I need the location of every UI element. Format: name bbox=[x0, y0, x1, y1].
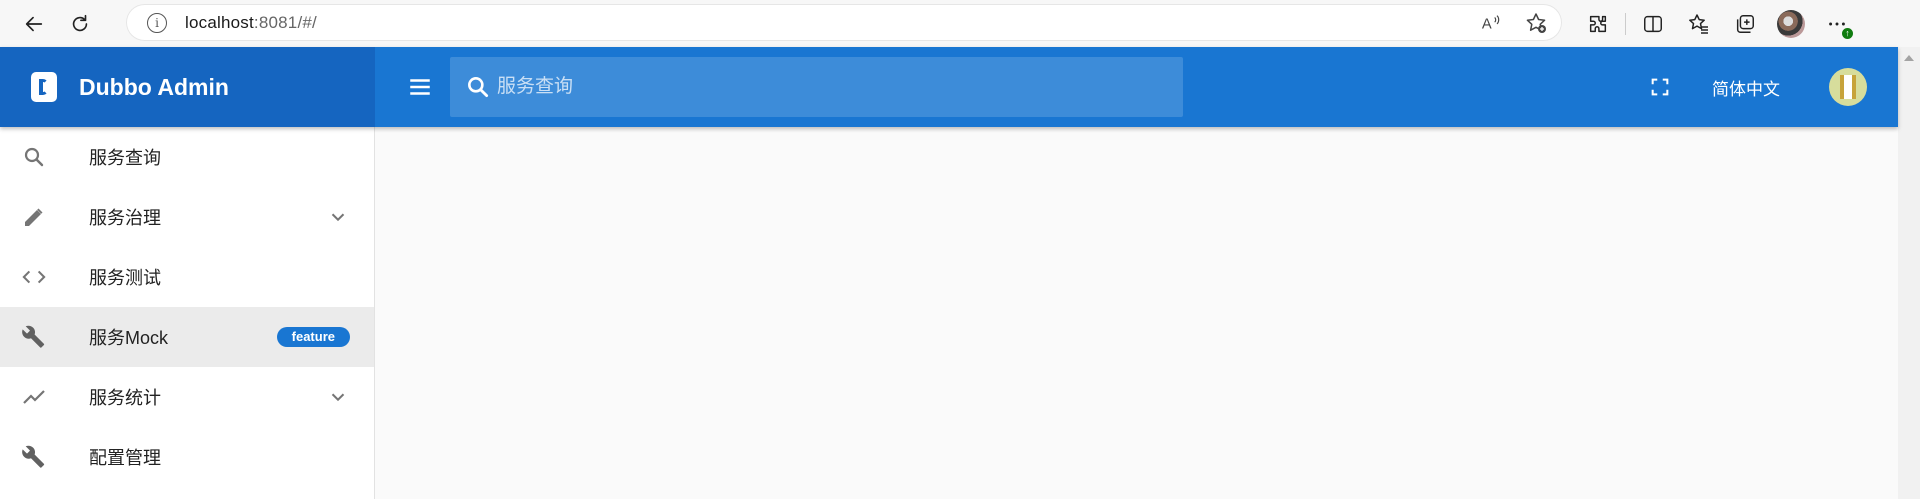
url-host: localhost bbox=[185, 12, 254, 32]
refresh-button[interactable] bbox=[58, 2, 102, 46]
svg-text:A: A bbox=[1482, 16, 1492, 32]
browser-toolbar: i localhost:8081/#/ A ↑ bbox=[0, 0, 1920, 47]
trending-up-icon bbox=[22, 385, 46, 409]
back-button[interactable] bbox=[12, 2, 56, 46]
wrench-icon bbox=[22, 445, 46, 469]
code-icon bbox=[22, 265, 46, 289]
site-info-icon[interactable]: i bbox=[147, 12, 167, 33]
brand[interactable]: Dubbo Admin bbox=[0, 47, 375, 127]
update-badge: ↑ bbox=[1841, 26, 1854, 40]
collections-button[interactable] bbox=[1722, 1, 1768, 47]
main-content bbox=[375, 127, 1898, 499]
app-header: Dubbo Admin 简体中文 bbox=[0, 47, 1898, 127]
fullscreen-icon bbox=[1651, 78, 1669, 96]
sidebar-item-service-stats[interactable]: 服务统计 bbox=[0, 367, 374, 427]
sidebar-item-service-search[interactable]: 服务查询 bbox=[0, 127, 374, 187]
sidebar: 服务查询 服务治理 服务测试 服务Mock feature 服务统计 配置管理 bbox=[0, 127, 375, 499]
search-icon bbox=[468, 77, 489, 98]
chevron-down-icon[interactable] bbox=[326, 205, 350, 229]
pencil-icon bbox=[22, 205, 46, 229]
sidebar-item-label: 配置管理 bbox=[89, 448, 161, 468]
fullscreen-button[interactable] bbox=[1640, 67, 1680, 107]
page-scrollbar[interactable] bbox=[1898, 47, 1920, 499]
menu-toggle-button[interactable] bbox=[400, 67, 440, 107]
app-title: Dubbo Admin bbox=[79, 73, 229, 100]
sidebar-item-service-mock[interactable]: 服务Mock feature bbox=[0, 307, 374, 367]
language-button[interactable]: 简体中文 bbox=[1700, 67, 1792, 107]
wrench-icon bbox=[22, 325, 46, 349]
sidebar-item-config-management[interactable]: 配置管理 bbox=[0, 427, 374, 487]
url-path: :8081/#/ bbox=[253, 12, 317, 32]
sidebar-item-label: 服务查询 bbox=[89, 148, 161, 168]
sidebar-item-service-governance[interactable]: 服务治理 bbox=[0, 187, 374, 247]
sidebar-item-label: 服务Mock bbox=[89, 328, 169, 348]
hamburger-icon bbox=[410, 79, 430, 95]
sidebar-item-label: 服务测试 bbox=[89, 268, 161, 288]
feature-badge: feature bbox=[276, 327, 350, 347]
sidebar-item-label: 服务统计 bbox=[89, 388, 161, 408]
profile-button[interactable] bbox=[1768, 1, 1814, 47]
chevron-down-icon[interactable] bbox=[326, 385, 350, 409]
profile-avatar-icon bbox=[1777, 9, 1805, 38]
search-icon bbox=[22, 145, 46, 169]
favorite-add-icon[interactable] bbox=[1524, 11, 1548, 35]
extensions-icon bbox=[1589, 15, 1607, 32]
search-input[interactable] bbox=[497, 76, 1177, 98]
search-box[interactable] bbox=[450, 57, 1183, 117]
extensions-button[interactable] bbox=[1575, 1, 1621, 47]
sidebar-item-service-test[interactable]: 服务测试 bbox=[0, 247, 374, 307]
avatar-image-icon bbox=[1840, 75, 1856, 99]
toolbar-divider bbox=[1625, 12, 1626, 35]
app-root: Dubbo Admin 简体中文 服务查询 服务治理 bbox=[0, 47, 1898, 499]
split-screen-button[interactable] bbox=[1630, 1, 1676, 47]
address-bar[interactable]: i localhost:8081/#/ A bbox=[126, 4, 1562, 41]
favorites-icon bbox=[1689, 13, 1708, 34]
back-arrow-icon bbox=[25, 16, 43, 31]
sidebar-item-label: 服务治理 bbox=[89, 208, 161, 228]
user-avatar[interactable] bbox=[1829, 68, 1867, 106]
favorites-button[interactable] bbox=[1676, 1, 1722, 47]
url-text[interactable]: localhost:8081/#/ bbox=[185, 13, 317, 33]
more-button[interactable]: ↑ bbox=[1814, 1, 1860, 47]
split-screen-icon bbox=[1644, 15, 1662, 32]
refresh-icon bbox=[72, 14, 88, 31]
collections-icon bbox=[1736, 14, 1754, 33]
scroll-up-icon[interactable] bbox=[1904, 55, 1914, 61]
read-aloud-icon[interactable]: A bbox=[1480, 12, 1502, 34]
dubbo-logo-icon bbox=[31, 72, 57, 102]
